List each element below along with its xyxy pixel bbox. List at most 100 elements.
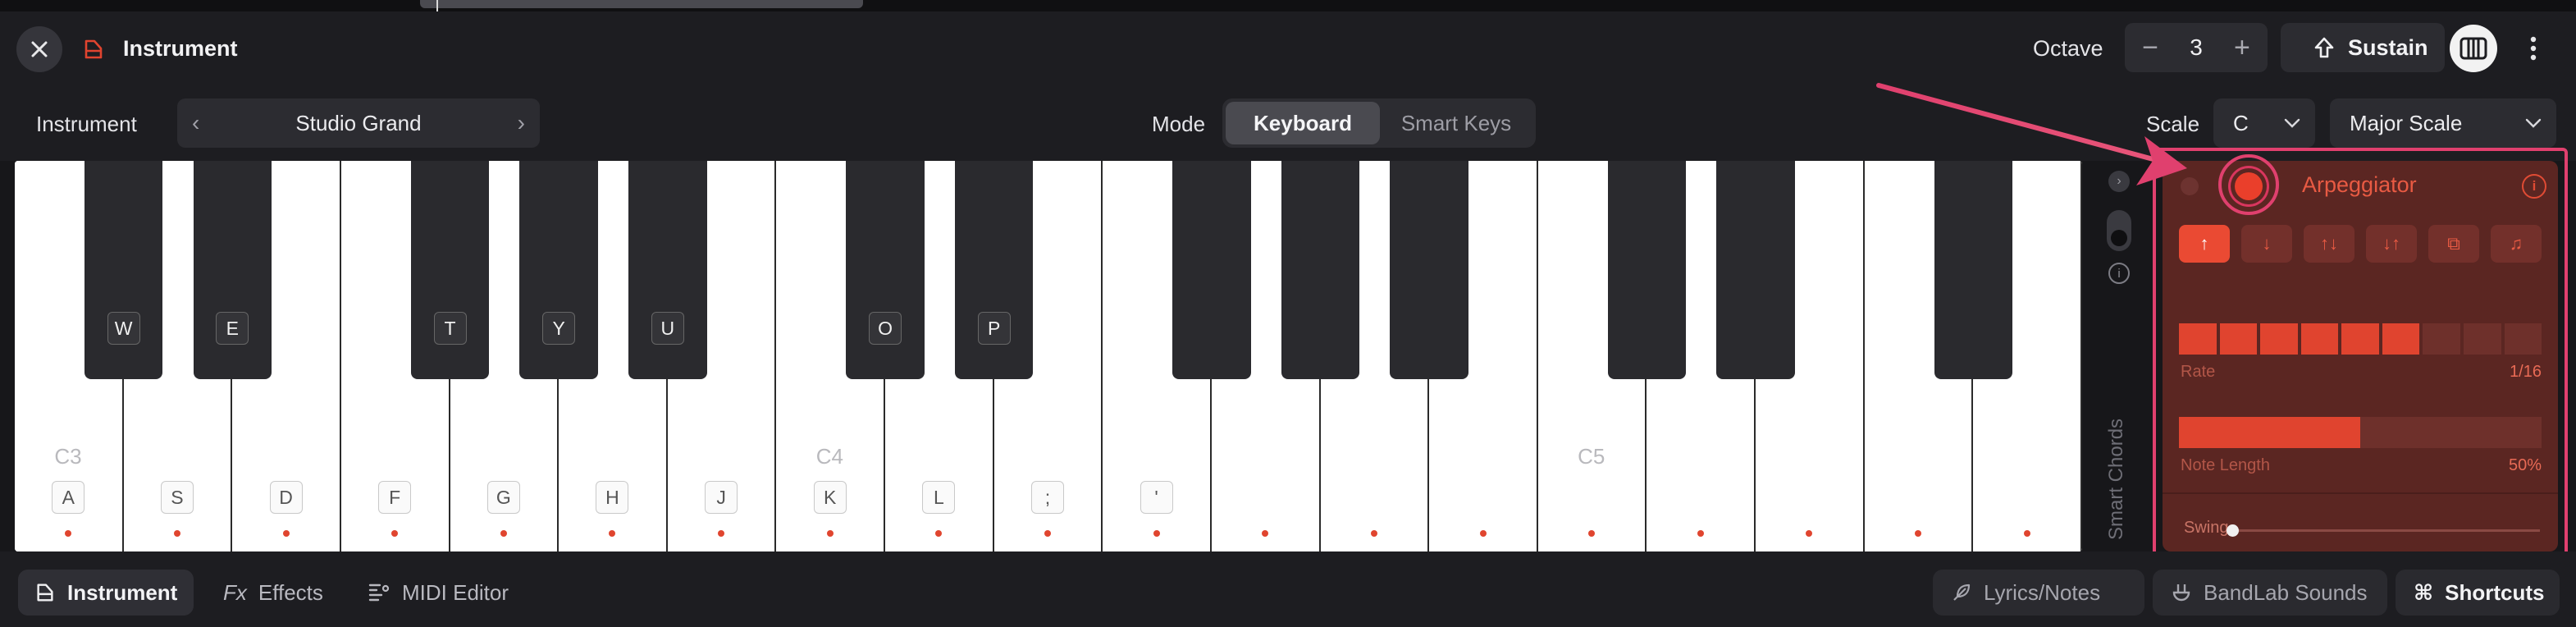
next-instrument-button[interactable]: › [518,110,525,136]
piano-keys-icon [2460,37,2487,60]
timeline-scroll-thumb[interactable] [420,0,863,8]
bottom-toolbar: Instrument Fx Effects MIDI Editor Lyrics… [0,551,2576,627]
scale-note-dot [1262,530,1269,537]
smart-chords-info-icon[interactable]: i [2108,263,2130,284]
scale-note-dot [1588,530,1596,537]
computer-key-hint: E [216,312,249,345]
computer-key-hint: ' [1140,481,1173,514]
scale-note-dot [935,530,943,537]
scale-note-dot [500,530,507,537]
computer-key-hint: H [596,481,629,514]
scale-note-dot [391,530,399,537]
black-key[interactable] [1716,161,1795,379]
midi-editor-icon [368,584,390,602]
scale-key-dropdown[interactable]: C [2213,98,2315,148]
computer-key-hint: J [705,481,738,514]
instrument-selector[interactable]: ‹ Studio Grand › [177,98,540,148]
computer-key-hint: F [378,481,412,514]
piano-icon [84,39,103,59]
lyrics-notes-label: Lyrics/Notes [1984,579,2101,605]
close-button[interactable] [16,26,62,72]
computer-key-hint: D [269,481,303,514]
scale-type-dropdown[interactable]: Major Scale [2330,98,2556,148]
computer-key-hint: Y [542,312,576,345]
scale-note-dot [1044,530,1051,537]
scale-type-value: Major Scale [2350,110,2463,135]
tab-instrument[interactable]: Instrument [18,570,194,616]
scale-note-dot [1153,530,1160,537]
previous-instrument-button[interactable]: ‹ [192,110,199,136]
computer-key-hint: O [869,312,902,345]
octave-decrease-button[interactable]: − [2136,34,2164,62]
black-key[interactable] [1281,161,1360,379]
black-key[interactable]: W [84,161,163,379]
mode-segmented-control: Keyboard Smart Keys [1222,98,1536,148]
computer-key-hint: A [52,481,85,514]
note-label: C3 [54,444,82,469]
black-key[interactable]: U [628,161,707,379]
piano-keyboard: C3 A S D F G H J C4 K L; ' C5 W E T Y U O P [15,161,2082,551]
chevron-down-icon [2284,118,2300,128]
scale-label: Scale [2146,112,2200,136]
computer-key-hint: ; [1030,481,1064,514]
instrument-name: Studio Grand [295,110,422,135]
scale-note-dot [65,530,72,537]
note-label: C4 [815,444,843,469]
annotation-highlight-box [2153,148,2568,574]
tab-instrument-label: Instrument [67,579,178,605]
scale-note-dot [2023,530,2030,537]
computer-key-hint: S [160,481,194,514]
computer-key-hint: W [107,312,140,345]
black-key[interactable]: O [846,161,925,379]
computer-key-hint: P [977,312,1011,345]
bandlab-sounds-icon [2172,584,2190,602]
black-key[interactable] [1934,161,2013,379]
mode-smart-keys-option[interactable]: Smart Keys [1380,102,1532,144]
octave-stepper: − 3 + [2125,23,2268,72]
black-key[interactable] [1607,161,1687,379]
black-key[interactable] [1172,161,1251,379]
black-key[interactable]: P [954,161,1034,379]
smart-chords-strip: › i Smart Chords [2094,161,2144,551]
black-key[interactable]: Y [519,161,598,379]
tab-effects-label: Effects [258,579,323,605]
note-label: C5 [1578,444,1605,469]
scale-note-dot [609,530,616,537]
scale-key-value: C [2233,110,2249,135]
bandlab-sounds-button[interactable]: BandLab Sounds [2153,570,2387,616]
tab-midi-editor[interactable]: MIDI Editor [351,570,525,616]
scale-note-dot [1370,530,1377,537]
scale-note-dot [1915,530,1922,537]
tab-effects[interactable]: Fx Effects [207,570,340,616]
computer-key-hint: K [813,481,847,514]
bandlab-sounds-label: BandLab Sounds [2204,579,2368,605]
black-key[interactable]: E [193,161,272,379]
playhead-marker [436,0,438,11]
feather-icon [1953,584,1971,601]
expand-chevron-icon[interactable]: › [2108,171,2130,192]
shortcuts-button[interactable]: ⌘ Shortcuts [2396,570,2560,616]
scale-note-dot [282,530,290,537]
shortcuts-label: Shortcuts [2445,579,2545,605]
scale-note-dot [1806,530,1813,537]
mode-keyboard-option[interactable]: Keyboard [1226,102,1380,144]
computer-key-hint: G [486,481,520,514]
black-key[interactable]: T [410,161,490,379]
octave-increase-button[interactable]: + [2228,34,2256,62]
instrument-label: Instrument [36,112,137,136]
sustain-button[interactable]: Sustain [2281,23,2445,72]
smart-chords-toggle[interactable] [2107,210,2131,251]
more-options-button[interactable] [2512,25,2555,72]
scale-note-dot [1697,530,1704,537]
keyboard-view-toggle[interactable] [2450,25,2497,72]
computer-key-hint: T [433,312,467,345]
sustain-label: Sustain [2348,34,2428,60]
scale-note-dot [173,530,180,537]
scale-note-dot [1479,530,1487,537]
lyrics-notes-button[interactable]: Lyrics/Notes [1933,570,2144,616]
black-key[interactable] [1390,161,1468,379]
octave-label: Octave [2033,36,2103,61]
top-scroll-strip [0,0,2576,11]
scale-note-dot [718,530,725,537]
smart-chords-label[interactable]: Smart Chords [2105,419,2128,540]
